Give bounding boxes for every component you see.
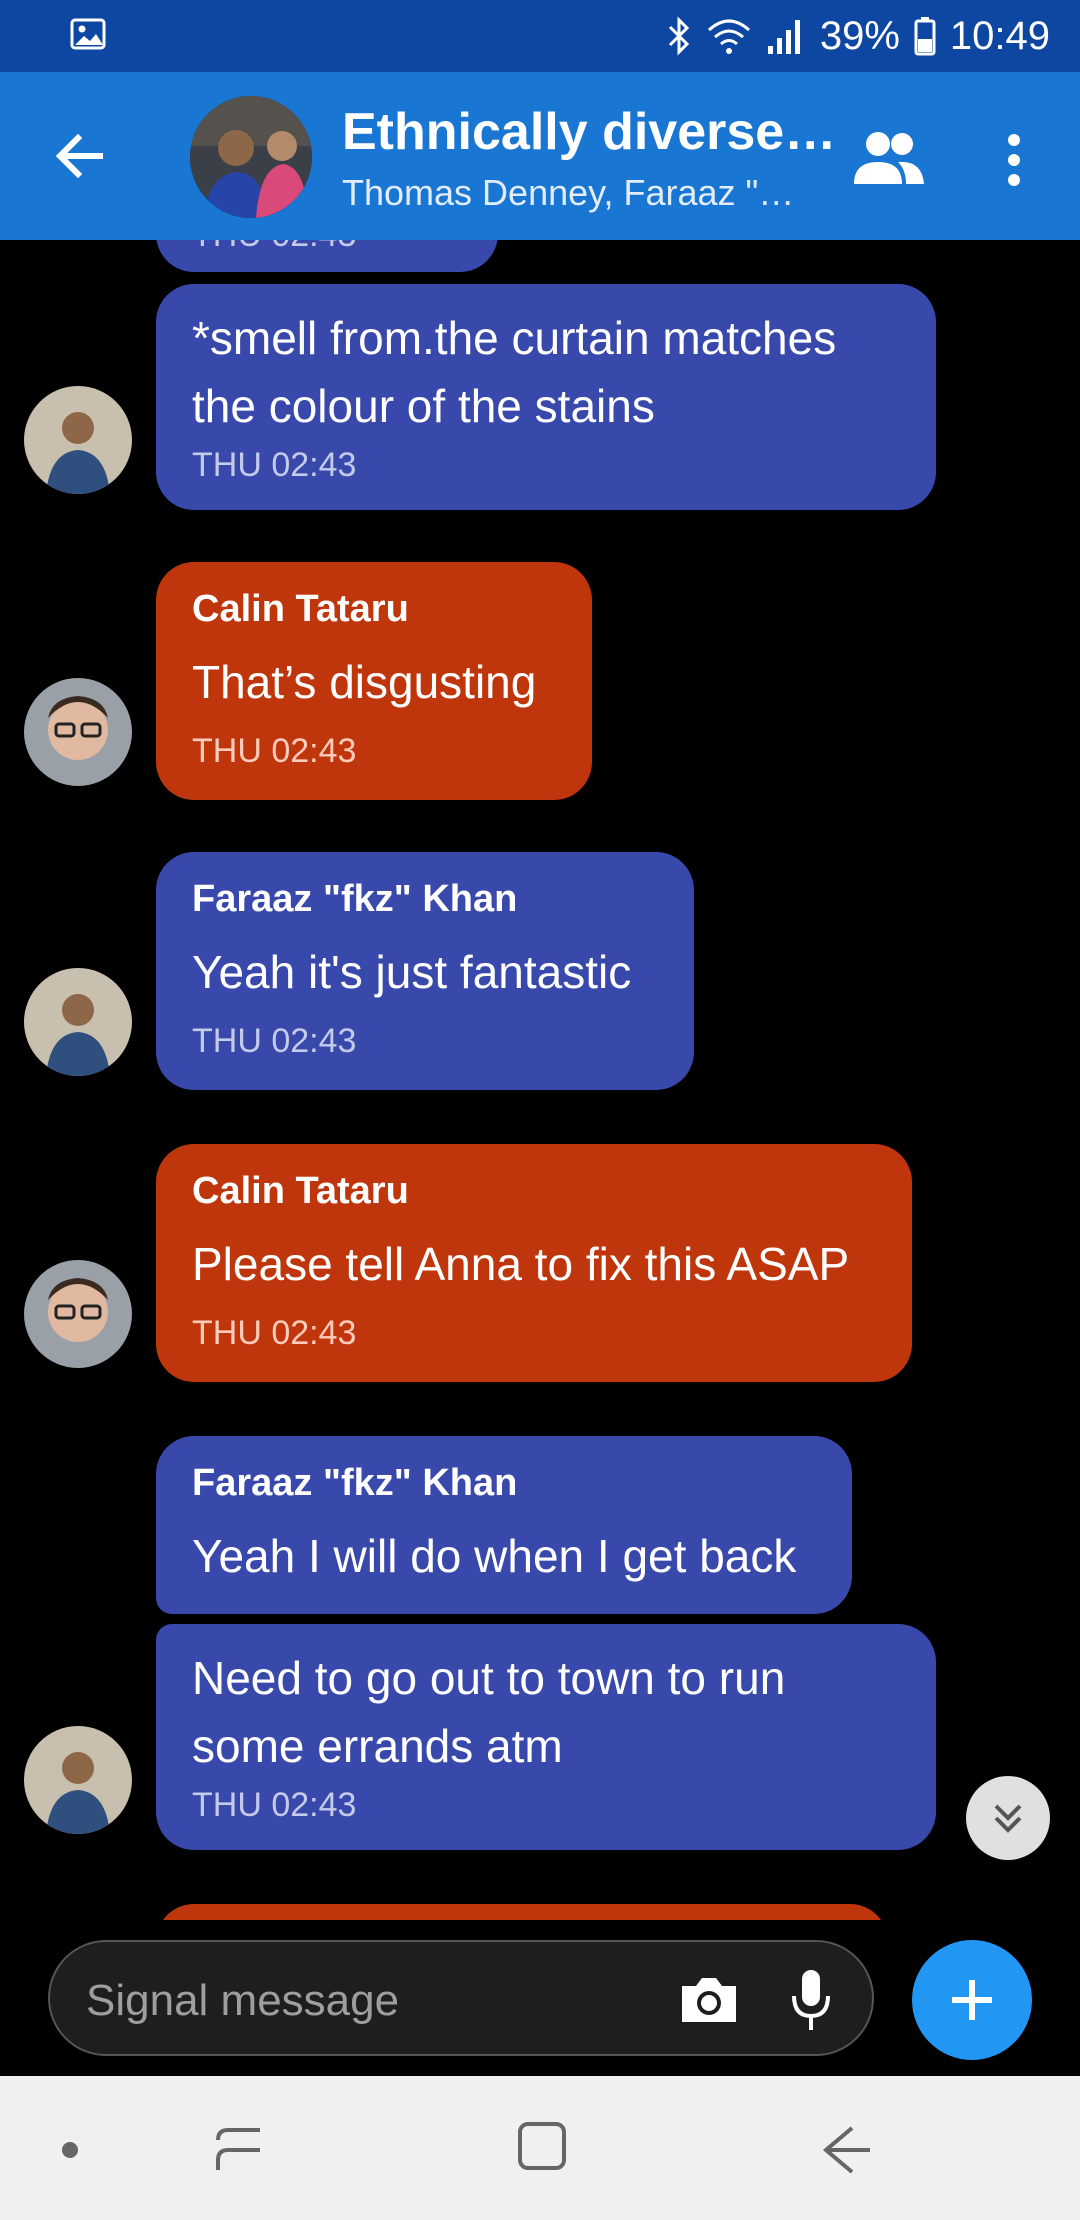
- battery-icon: [914, 17, 936, 56]
- avatar[interactable]: [24, 1260, 132, 1368]
- app-bar: Ethnically diverse… Thomas Denney, Faraa…: [0, 72, 1080, 240]
- image-icon: [70, 18, 106, 50]
- clock: 10:49: [949, 13, 1050, 58]
- back-arrow-icon[interactable]: [48, 124, 112, 188]
- scroll-to-bottom-button[interactable]: [966, 1776, 1050, 1860]
- camera-icon[interactable]: [678, 1972, 740, 2026]
- sender-name: Calin Tataru: [192, 1170, 409, 1212]
- microphone-icon[interactable]: [790, 1968, 832, 2032]
- composer: Signal message: [0, 1920, 1080, 2076]
- more-options-icon[interactable]: [996, 130, 1032, 190]
- message-time: THU 02:43: [192, 240, 356, 255]
- message-text: Please tell Anna to fix this ASAP: [192, 1238, 850, 1290]
- avatar[interactable]: [24, 1726, 132, 1834]
- message-bubble[interactable]: Need to go out to town to run some erran…: [156, 1624, 936, 1850]
- message-bubble[interactable]: Calin Tataru That’s disgusting THU 02:43: [156, 562, 592, 800]
- back-icon[interactable]: [818, 2120, 878, 2180]
- message-text: *smell from.the curtain matches the colo…: [192, 312, 837, 432]
- message-text: Yeah it's just fantastic: [192, 946, 632, 998]
- nav-dot-icon[interactable]: [60, 2140, 80, 2160]
- message-bubble[interactable]: *smell from.the curtain matches the colo…: [156, 284, 936, 510]
- message-text: That’s disgusting: [192, 656, 537, 708]
- message-time: THU 02:43: [192, 1786, 357, 1824]
- double-chevron-down-icon: [994, 1804, 1022, 1833]
- message-time: THU 02:43: [192, 732, 357, 770]
- avatar[interactable]: [24, 968, 132, 1076]
- message-text: Need to go out to town to run some erran…: [192, 1652, 786, 1772]
- message-bubble[interactable]: Faraaz "fkz" Khan Yeah it's just fantast…: [156, 852, 694, 1090]
- message-time: THU 02:43: [192, 446, 357, 484]
- message-bubble-partial[interactable]: [156, 1904, 888, 1920]
- attach-button[interactable]: [912, 1940, 1032, 2060]
- message-time: THU 02:43: [192, 1022, 357, 1060]
- bluetooth-icon: [668, 16, 689, 56]
- conversation-members[interactable]: Thomas Denney, Faraaz "…: [342, 172, 794, 214]
- avatar[interactable]: [24, 678, 132, 786]
- group-members-icon[interactable]: [850, 128, 926, 188]
- battery-percent: 39%: [819, 13, 900, 58]
- home-icon[interactable]: [514, 2118, 570, 2174]
- message-bubble[interactable]: Calin Tataru Please tell Anna to fix thi…: [156, 1144, 912, 1382]
- group-avatar[interactable]: [190, 96, 312, 218]
- sender-name: Faraaz "fkz" Khan: [192, 878, 518, 920]
- message-text: Yeah I will do when I get back: [192, 1530, 797, 1582]
- signal-icon: [767, 20, 800, 54]
- message-input[interactable]: Signal message: [48, 1940, 874, 2056]
- wifi-icon: [707, 19, 750, 54]
- message-bubble[interactable]: Faraaz "fkz" Khan Yeah I will do when I …: [156, 1436, 852, 1614]
- message-list[interactable]: THU 02:43 *smell from.the curtain matche…: [0, 240, 1080, 1920]
- status-bar: 39% 10:49: [0, 0, 1080, 72]
- plus-icon: [952, 1980, 992, 2020]
- recent-apps-icon[interactable]: [210, 2120, 270, 2180]
- sender-name: Calin Tataru: [192, 588, 409, 630]
- message-input-placeholder: Signal message: [86, 1976, 400, 2025]
- avatar[interactable]: [24, 386, 132, 494]
- message-bubble-partial[interactable]: THU 02:43: [156, 240, 498, 272]
- sender-name: Faraaz "fkz" Khan: [192, 1462, 518, 1504]
- conversation-title[interactable]: Ethnically diverse…: [342, 102, 836, 162]
- message-time: THU 02:43: [192, 1314, 357, 1352]
- system-nav-bar: [0, 2076, 1080, 2220]
